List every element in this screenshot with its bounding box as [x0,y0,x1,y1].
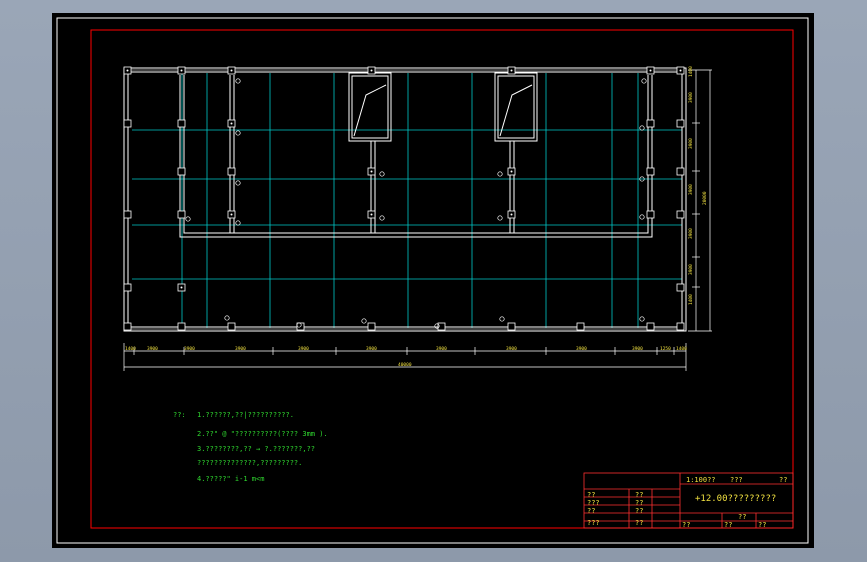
notes-line-1: 1.??????,??|??????????. [197,411,294,419]
hdim-3: 3900 [184,346,195,352]
interior-frame [179,75,653,238]
vdim-5: 3900 [688,228,694,239]
notes-line-2: 2.??" @ "??????????(???? 3mm ). [197,430,328,438]
notes-line-3: 3.????????,?? → ?.???????,?? [197,445,316,453]
hdim-5: 3900 [298,346,309,352]
horizontal-dimension-text: 1400 3900 3900 3900 3900 3900 3900 3900 … [125,346,687,368]
tb-left-value-4: ?? [635,519,644,527]
outer-sheet-border [56,17,809,544]
vdim-2: 3900 [688,92,694,103]
hdim-12: 1400 [676,346,687,352]
tb-left-label-3: ?? [587,507,596,515]
tb-bottom-cell-2: ?? [724,521,733,529]
sheet-number: ?? [779,476,788,484]
cad-viewport[interactable]: 1400 3900 3900 3900 3900 3900 1400 20000 [52,13,814,548]
vdim-1: 1400 [688,66,694,77]
tb-left-value-3: ?? [635,507,644,515]
notes-line-4: ??????????????,?????????. [197,459,303,467]
vdim-4: 3900 [688,184,694,195]
drawing-title: +12.00????????? [695,494,777,504]
tb-left-label-2: ??? [587,499,600,507]
notes-line-5: 4.?????" i-1 m<m [197,475,265,483]
tb-left-value-1: ?? [635,491,644,499]
scale-label: 1:100?? [686,476,716,484]
hdim-8: 3900 [506,346,517,352]
hdim-11: 1250 [660,346,671,352]
vertical-dimension-text: 1400 3900 3900 3900 3900 3900 1400 20000 [688,66,708,305]
tb-left-label-4: ??? [587,519,600,527]
tb-bottom-cell-1: ?? [682,521,691,529]
vdim-3: 3900 [688,138,694,149]
tb-left-value-2: ?? [635,499,644,507]
vdim-total: 20000 [702,191,708,205]
notes-heading: ??: [173,411,186,419]
stair-shafts [348,72,538,142]
hdim-10: 3900 [632,346,643,352]
hdim-2: 3900 [147,346,158,352]
building-outline [123,67,687,332]
tb-bottom-cell-3: ?? [738,513,747,521]
hdim-9: 3900 [576,346,587,352]
vdim-7: 1400 [688,294,694,305]
structural-plan-drawing[interactable]: 1400 3900 3900 3900 3900 3900 1400 20000 [52,13,814,548]
sheet-label: ??? [730,476,743,484]
vdim-6: 3900 [688,264,694,275]
tb-bottom-cell-4: ?? [758,521,767,529]
column-markers [123,66,685,331]
hdim-1: 1400 [125,346,136,352]
hdim-4: 3900 [235,346,246,352]
detail-tags [185,78,647,329]
tb-left-label-1: ?? [587,491,596,499]
grid-lines [132,73,682,328]
hdim-6: 3900 [366,346,377,352]
hdim-total: 40000 [398,362,412,368]
vertical-dimension-lines [688,69,712,332]
hdim-7: 3900 [436,346,447,352]
